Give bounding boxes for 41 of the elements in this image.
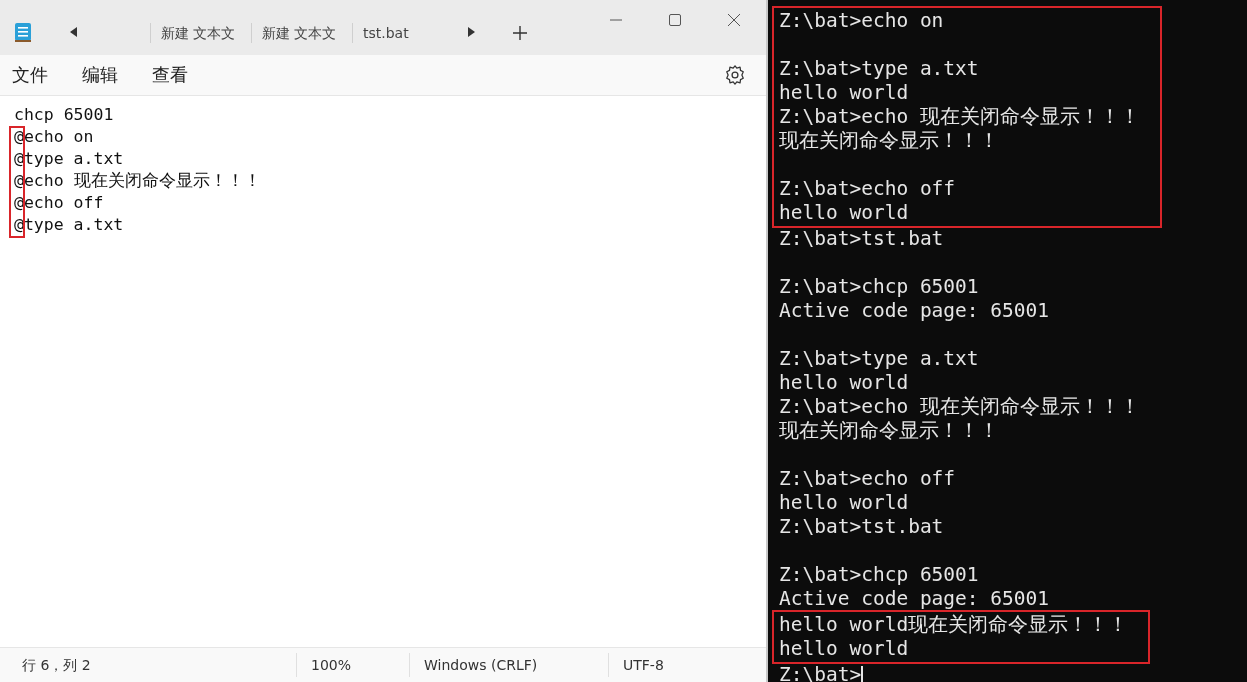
maximize-icon[interactable] bbox=[669, 14, 681, 26]
console-line: Z:\bat>chcp 65001 bbox=[779, 275, 980, 299]
console-prompt: Z:\bat> bbox=[779, 663, 862, 682]
console-line: Z:\bat>echo 现在关闭命令显示！！！ bbox=[779, 395, 1140, 419]
status-text: Windows (CRLF) bbox=[409, 653, 608, 677]
console-line: Z:\bat>tst.bat bbox=[779, 227, 945, 251]
console-line: Z:\bat>echo off bbox=[779, 177, 957, 201]
console-line: Z:\bat>type a.txt bbox=[779, 57, 980, 81]
console-line: hello world bbox=[779, 491, 910, 515]
console-line: hello world bbox=[779, 81, 910, 105]
status-text: 100% bbox=[296, 653, 409, 677]
menu-item[interactable]: 查看 bbox=[152, 63, 188, 87]
code-line: chcp 65001 bbox=[14, 104, 115, 126]
console-line: Active code page: 65001 bbox=[779, 299, 1051, 323]
console-line: hello world bbox=[779, 371, 910, 395]
console-line: 现在关闭命令显示！！！ bbox=[779, 419, 1000, 443]
console-line: Z:\bat>type a.txt bbox=[779, 347, 980, 371]
scroll-right-icon[interactable] bbox=[467, 27, 475, 37]
status-text: UTF-8 bbox=[608, 653, 664, 677]
console-line: Z:\bat>echo 现在关闭命令显示！！！ bbox=[779, 105, 1140, 129]
notepad-icon bbox=[14, 21, 32, 43]
console-line: Z:\bat>echo off bbox=[779, 467, 957, 491]
menu-item[interactable]: 文件 bbox=[12, 63, 48, 87]
console-line: hello world bbox=[779, 637, 910, 661]
console-line: 现在关闭命令显示！！！ bbox=[779, 129, 1000, 153]
console-line: Z:\bat>chcp 65001 bbox=[779, 563, 980, 587]
console-line: Z:\bat>echo on bbox=[779, 9, 945, 33]
console-line: hello world bbox=[779, 201, 910, 225]
settings-icon[interactable] bbox=[724, 64, 746, 86]
console-line: Z:\bat>tst.bat bbox=[779, 515, 945, 539]
status-text: 行 6，列 2 bbox=[21, 656, 92, 675]
scroll-left-icon[interactable] bbox=[70, 27, 78, 37]
new-tab-icon[interactable] bbox=[513, 26, 527, 40]
text-cursor bbox=[861, 665, 864, 682]
file-tab[interactable]: 新建 文本文 bbox=[150, 23, 251, 43]
close-icon[interactable] bbox=[728, 14, 740, 26]
menu-item[interactable]: 编辑 bbox=[82, 63, 118, 87]
file-tab[interactable]: 新建 文本文 bbox=[251, 23, 352, 43]
file-tab[interactable]: tst.bat bbox=[352, 23, 451, 43]
console-line: hello world现在关闭命令显示！！！ bbox=[779, 613, 1129, 637]
console-line: Active code page: 65001 bbox=[779, 587, 1051, 611]
